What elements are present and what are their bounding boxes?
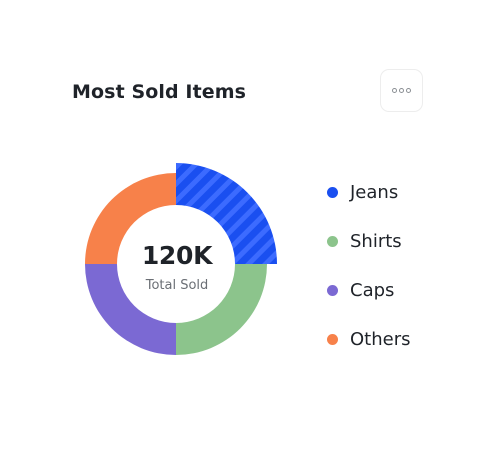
total-sold-value: 120K — [141, 241, 213, 270]
total-sold-label: Total Sold — [145, 278, 209, 293]
legend-label: Jeans — [350, 182, 399, 203]
legend-label: Caps — [350, 280, 395, 301]
legend-item-shirts[interactable]: Shirts — [327, 231, 402, 252]
legend-dot — [327, 236, 338, 247]
legend-dot — [327, 285, 338, 296]
legend-dot — [327, 187, 338, 198]
legend-item-others[interactable]: Others — [327, 329, 411, 350]
legend-label: Others — [350, 329, 411, 350]
legend-label: Shirts — [350, 231, 402, 252]
legend-dot — [327, 334, 338, 345]
donut-chart — [85, 163, 277, 355]
most-sold-items-card: Most Sold Items 120K Total Sold Jeans Sh… — [0, 0, 493, 456]
legend-item-caps[interactable]: Caps — [327, 280, 394, 301]
legend-item-jeans[interactable]: Jeans — [327, 182, 398, 203]
